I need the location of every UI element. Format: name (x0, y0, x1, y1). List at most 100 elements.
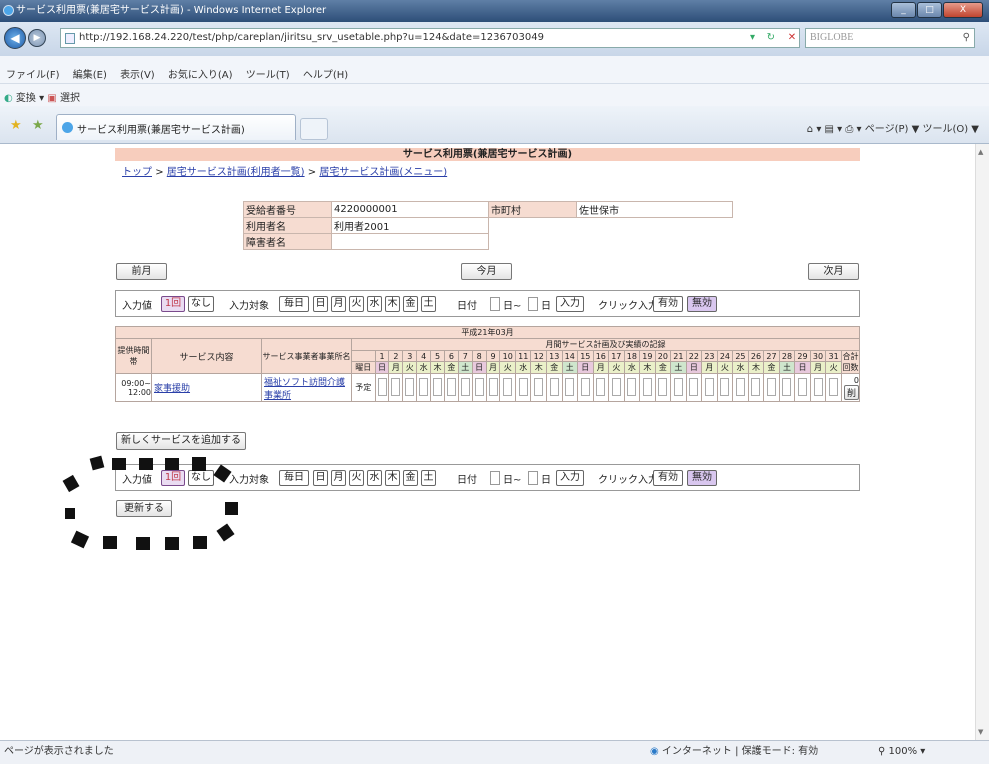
target-tue[interactable]: 火 (349, 296, 364, 312)
plan-day-cell[interactable] (794, 373, 811, 402)
plan-day-cell[interactable] (763, 373, 780, 402)
target-mon[interactable]: 月 (331, 470, 346, 486)
breadcrumb-menu[interactable]: 居宅サービス計画(メニュー) (319, 167, 447, 178)
target-thu[interactable]: 木 (385, 470, 400, 486)
forward-button[interactable]: ▶ (28, 29, 46, 47)
plan-day-cell[interactable] (457, 373, 473, 402)
add-service-button[interactable]: 新しくサービスを追加する (116, 432, 246, 450)
menu-edit[interactable]: 編集(E) (73, 70, 107, 81)
plan-day-cell[interactable] (388, 373, 404, 402)
link-convert[interactable]: 変換 (16, 93, 36, 104)
menu-tools[interactable]: ツール(T) (246, 70, 290, 81)
target-sat[interactable]: 土 (421, 470, 436, 486)
disable-button[interactable]: 無効 (687, 470, 717, 486)
zoom-control[interactable]: ⚲ 100% ▾ (878, 741, 925, 763)
prev-month-button[interactable]: 前月 (116, 263, 167, 280)
target-tue[interactable]: 火 (349, 470, 364, 486)
service-link[interactable]: 家事援助 (154, 384, 190, 394)
menu-help[interactable]: ヘルプ(H) (303, 70, 348, 81)
target-everyday[interactable]: 毎日 (279, 470, 309, 486)
plan-day-cell[interactable] (430, 373, 445, 402)
target-thu[interactable]: 木 (385, 296, 400, 312)
plan-day-cell[interactable] (747, 373, 765, 402)
none-button[interactable]: なし (188, 470, 214, 486)
home-icon[interactable]: ⌂ ▾ (807, 124, 822, 135)
new-tab-button[interactable] (300, 118, 328, 140)
plan-day-cell[interactable] (639, 373, 656, 402)
plan-day-cell[interactable] (530, 373, 547, 402)
plan-day-cell[interactable] (778, 373, 796, 402)
plan-day-cell[interactable] (701, 373, 718, 402)
plan-day-cell[interactable] (623, 373, 641, 402)
plan-day-cell[interactable] (809, 373, 827, 402)
delete-button[interactable]: 削 (843, 384, 859, 400)
once-button[interactable]: 1回 (161, 296, 185, 312)
plan-day-cell[interactable] (716, 373, 734, 402)
plan-day-cell[interactable] (546, 373, 563, 402)
target-wed[interactable]: 水 (367, 470, 382, 486)
menu-file[interactable]: ファイル(F) (6, 70, 60, 81)
plan-day-cell[interactable] (561, 373, 579, 402)
plan-day-cell[interactable] (592, 373, 610, 402)
plan-day-cell[interactable] (485, 373, 501, 402)
target-mon[interactable]: 月 (331, 296, 346, 312)
target-sun[interactable]: 日 (313, 296, 328, 312)
link-select[interactable]: 選択 (60, 93, 80, 104)
plan-day-cell[interactable] (402, 373, 418, 402)
target-fri[interactable]: 金 (403, 470, 418, 486)
once-button[interactable]: 1回 (161, 470, 185, 486)
plan-day-cell[interactable] (374, 373, 390, 402)
breadcrumb-top[interactable]: トップ (122, 167, 152, 178)
target-everyday[interactable]: 毎日 (279, 296, 309, 312)
provider-link[interactable]: 福祉ソフト訪問介護事業所 (264, 378, 345, 401)
tab-current[interactable]: サービス利用票(兼居宅サービス計画) (56, 114, 296, 140)
update-button[interactable]: 更新する (116, 500, 172, 517)
breadcrumb-user-list[interactable]: 居宅サービス計画(利用者一覧) (167, 167, 305, 178)
menu-view[interactable]: 表示(V) (120, 70, 155, 81)
disable-button[interactable]: 無効 (687, 296, 717, 312)
input-button[interactable]: 入力 (556, 470, 584, 486)
feeds-icon[interactable]: ▤ ▾ (825, 124, 843, 135)
plan-day-cell[interactable] (577, 373, 594, 402)
plan-day-cell[interactable] (685, 373, 703, 402)
menu-favorites[interactable]: お気に入り(A) (168, 70, 233, 81)
favorites-star-icon[interactable]: ★ (10, 118, 22, 133)
enable-button[interactable]: 有効 (653, 296, 683, 312)
maximize-button[interactable]: □ (917, 2, 942, 18)
date-from-input[interactable] (490, 297, 500, 311)
this-month-button[interactable]: 今月 (461, 263, 512, 280)
plan-day-cell[interactable] (732, 373, 749, 402)
plan-day-cell[interactable] (608, 373, 625, 402)
print-icon[interactable]: ⎙ ▾ (845, 124, 864, 135)
scroll-up-icon[interactable]: ▲ (978, 148, 983, 156)
date-to-input[interactable] (528, 471, 538, 485)
plan-day-cell[interactable] (514, 373, 532, 402)
stop-icon[interactable]: ✕ (783, 29, 801, 47)
command-menus[interactable]: ページ(P) ▼ ツール(O) ▼ (865, 124, 979, 135)
plan-day-cell[interactable] (443, 373, 459, 402)
next-month-button[interactable]: 次月 (808, 263, 859, 280)
search-icon[interactable]: ⚲ (963, 29, 970, 47)
target-sat[interactable]: 土 (421, 296, 436, 312)
date-to-input[interactable] (528, 297, 538, 311)
plan-day-cell[interactable] (416, 373, 432, 402)
search-box[interactable]: BIGLOBE ⚲ (805, 28, 975, 48)
add-favorites-icon[interactable]: ★ (32, 118, 44, 133)
close-button[interactable]: X (943, 2, 983, 18)
plan-day-cell[interactable] (670, 373, 687, 402)
dropdown-icon[interactable]: ▾ (750, 29, 755, 47)
address-bar[interactable]: http://192.168.24.220/test/php/careplan/… (60, 28, 800, 48)
minimize-button[interactable]: _ (891, 2, 916, 18)
back-button[interactable]: ◀ (4, 27, 26, 49)
plan-day-cell[interactable] (654, 373, 672, 402)
target-wed[interactable]: 水 (367, 296, 382, 312)
target-fri[interactable]: 金 (403, 296, 418, 312)
plan-day-cell[interactable] (471, 373, 487, 402)
date-from-input[interactable] (490, 471, 500, 485)
none-button[interactable]: なし (188, 296, 214, 312)
input-button[interactable]: 入力 (556, 296, 584, 312)
plan-day-cell[interactable] (825, 373, 842, 402)
target-sun[interactable]: 日 (313, 470, 328, 486)
vertical-scrollbar[interactable]: ▲ ▼ (975, 144, 989, 740)
plan-day-cell[interactable] (499, 373, 516, 402)
